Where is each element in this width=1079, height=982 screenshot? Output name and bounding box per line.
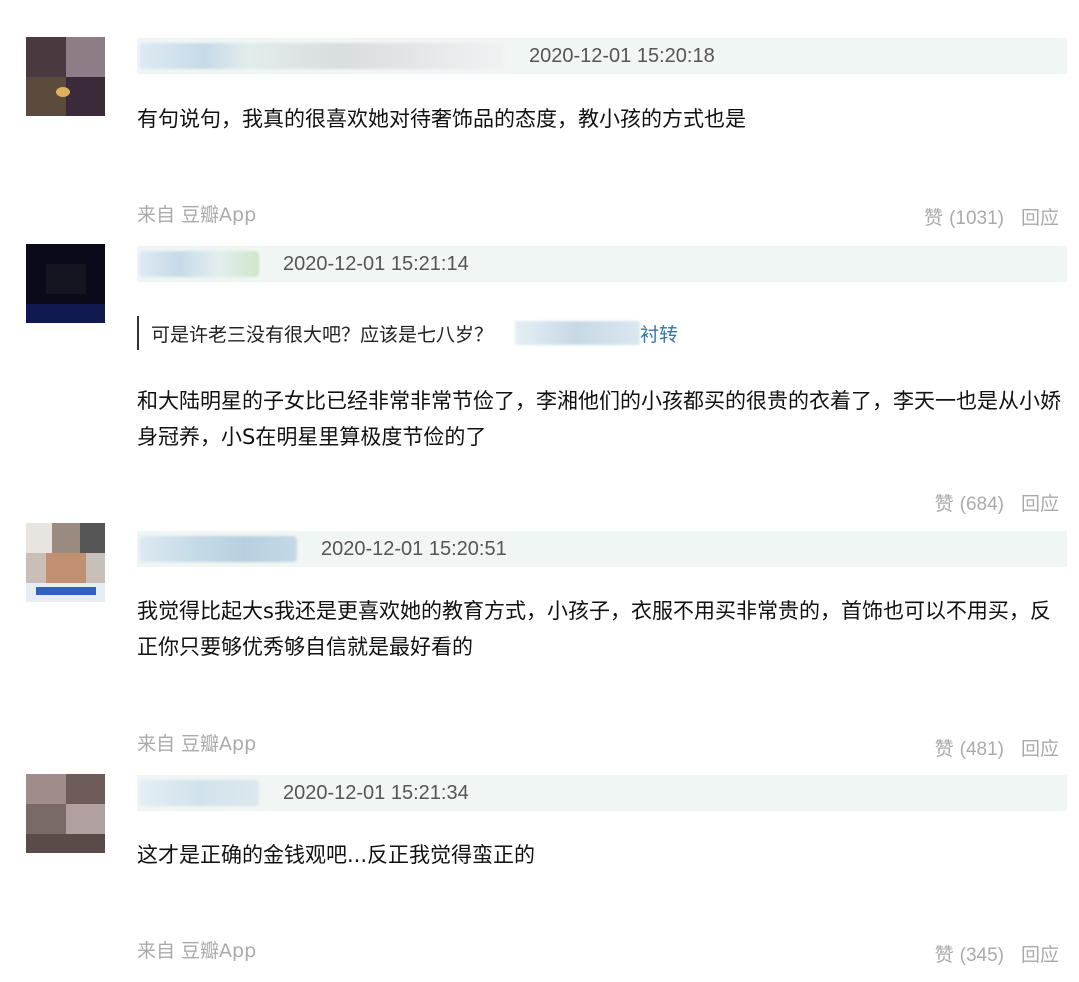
reply-button[interactable]: 回应 — [1021, 203, 1059, 230]
avatar[interactable] — [26, 37, 105, 116]
comment-actions: 赞 (345) 回应 — [935, 940, 1059, 967]
comment-meta: 2020-12-01 15:20:51 — [137, 531, 1067, 567]
like-button[interactable]: 赞 (1031) — [924, 203, 1004, 230]
reply-button[interactable]: 回应 — [1021, 734, 1059, 761]
quote-author[interactable] — [515, 321, 641, 345]
source-label: 来自 豆瓣App — [137, 733, 257, 755]
comment-actions: 赞 (684) 回应 — [935, 489, 1059, 516]
username[interactable] — [139, 43, 505, 69]
source-label: 来自 豆瓣App — [137, 940, 257, 962]
username[interactable] — [139, 536, 297, 562]
comment-text: 有句说句，我真的很喜欢她对待奢饰品的态度，教小孩的方式也是 — [137, 107, 746, 131]
timestamp: 2020-12-01 15:21:14 — [283, 252, 469, 275]
avatar[interactable] — [26, 774, 105, 853]
like-button[interactable]: 赞 (684) — [935, 489, 1004, 516]
comment-actions: 赞 (481) 回应 — [935, 734, 1059, 761]
quote-text: 可是许老三没有很大吧？应该是七八岁？ — [151, 323, 494, 346]
comment-actions: 赞 (1031) 回应 — [924, 203, 1059, 230]
quote-link[interactable]: 衬转 — [640, 320, 678, 347]
comment-meta: 2020-12-01 15:20:18 — [137, 38, 1067, 74]
avatar[interactable] — [26, 523, 105, 602]
comment-text: 这才是正确的金钱观吧...反正我觉得蛮正的 — [137, 843, 536, 867]
username[interactable] — [139, 251, 259, 277]
timestamp: 2020-12-01 15:21:34 — [283, 781, 469, 804]
quoted-comment: 可是许老三没有很大吧？应该是七八岁？ 衬转 — [137, 316, 678, 350]
comment-text: 我觉得比起大s我还是更喜欢她的教育方式，小孩子，衣服不用买非常贵的，首饰也可以不… — [137, 599, 1051, 659]
source-label: 来自 豆瓣App — [137, 204, 257, 226]
reply-button[interactable]: 回应 — [1021, 489, 1059, 516]
timestamp: 2020-12-01 15:20:18 — [529, 44, 715, 67]
timestamp: 2020-12-01 15:20:51 — [321, 537, 507, 560]
username[interactable] — [139, 780, 259, 806]
like-button[interactable]: 赞 (481) — [935, 734, 1004, 761]
comment-meta: 2020-12-01 15:21:34 — [137, 775, 1067, 811]
comment-meta: 2020-12-01 15:21:14 — [137, 246, 1067, 282]
comment-text: 和大陆明星的子女比已经非常非常节俭了，李湘他们的小孩都买的很贵的衣着了，李天一也… — [137, 389, 1061, 449]
like-button[interactable]: 赞 (345) — [935, 940, 1004, 967]
reply-button[interactable]: 回应 — [1021, 940, 1059, 967]
avatar[interactable] — [26, 244, 105, 323]
